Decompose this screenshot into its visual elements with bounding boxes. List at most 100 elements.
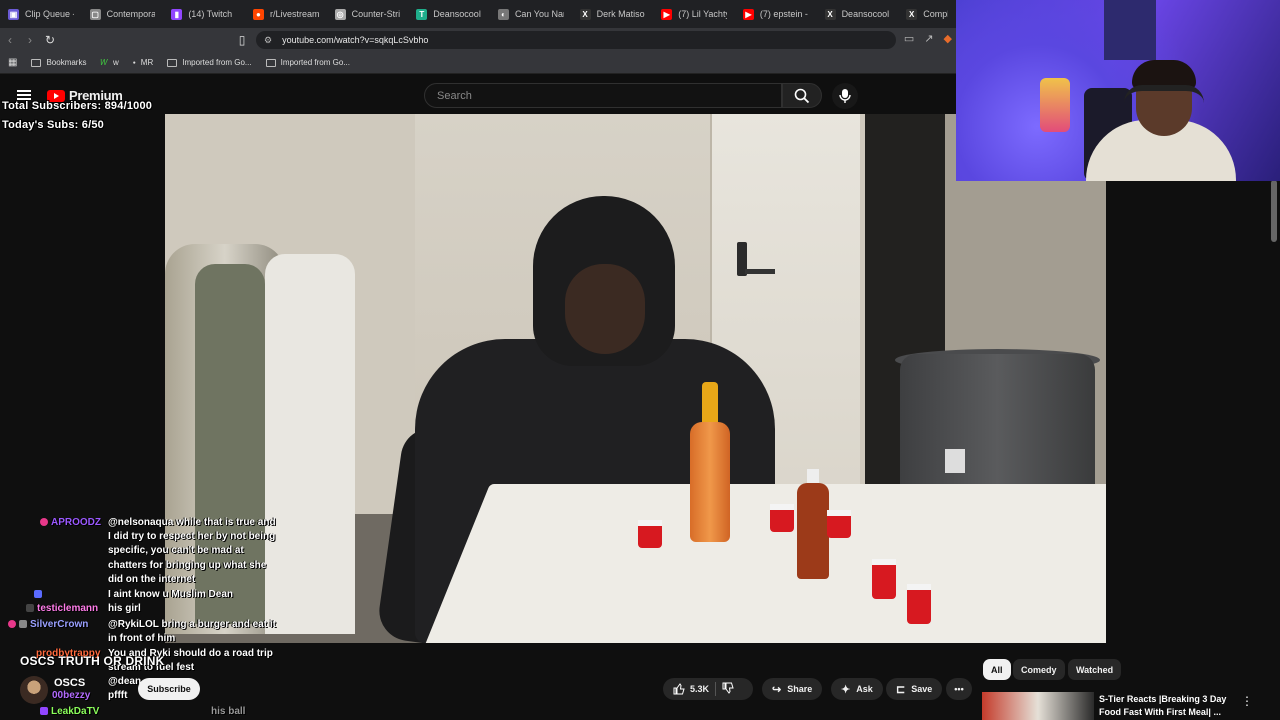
video-title: OSCS TRUTH OR DRINK: [20, 654, 165, 668]
tab-label: r/Livestream: [269, 9, 319, 19]
webcam-headphones: [1124, 85, 1204, 103]
browser-tab[interactable]: ▶ (7) Lil Yachty: [653, 0, 735, 28]
chat-username: 00bezzy: [52, 690, 91, 701]
ask-label: Ask: [856, 684, 873, 694]
video-scene-cup: [907, 584, 931, 624]
tab-favicon-icon: ●: [252, 8, 264, 20]
filter-chip-all[interactable]: All: [983, 659, 1011, 680]
tab-favicon-icon: X: [906, 8, 918, 20]
video-scene-handle: [745, 269, 775, 274]
tab-label: Deansocool: [841, 9, 890, 19]
save-button[interactable]: ⊏ Save: [886, 678, 943, 700]
video-player[interactable]: [165, 114, 1106, 643]
chat-message: I aint know u Muslim Dean: [108, 589, 234, 600]
chat-message: his girl: [108, 603, 141, 614]
back-icon[interactable]: ‹: [0, 33, 20, 47]
url-field[interactable]: ⚙ youtube.com/watch?v=sqkqLcSvbho: [256, 31, 896, 49]
thumbs-down-icon: [722, 682, 734, 694]
browser-tab-bar: ▣ Clip Queue - ▢ Contempora ▮ (14) Twitch ● r/L…: [0, 0, 956, 28]
filter-chip-comedy[interactable]: Comedy: [1013, 659, 1065, 680]
like-divider: [715, 682, 717, 696]
filter-chip-watched[interactable]: Watched: [1068, 659, 1122, 680]
more-icon: •••: [954, 684, 964, 694]
webcam-overlay: [956, 0, 1280, 181]
bookmark-item[interactable]: Imported from Go...: [265, 58, 350, 67]
total-subscribers-counter: Total Subscribers: 894/1000: [2, 100, 153, 112]
browser-tab[interactable]: X Derk Matison: [572, 0, 654, 28]
search-button[interactable]: [782, 83, 822, 108]
related-sidebar: [1106, 180, 1280, 655]
ask-button[interactable]: ✦ Ask: [831, 678, 883, 700]
browser-tab[interactable]: ▣ Clip Queue -: [0, 0, 82, 28]
share-button[interactable]: ↪ Share: [762, 678, 823, 700]
apps-grid-icon[interactable]: ▦: [8, 57, 17, 68]
search-input[interactable]: Search: [424, 83, 782, 108]
scrollbar-thumb[interactable]: [1271, 180, 1277, 242]
sparkle-icon: ✦: [841, 683, 851, 696]
video-scene-cup: [872, 559, 896, 599]
bookmark-label: Bookmarks: [46, 58, 87, 67]
recommendation-title[interactable]: S-Tier Reacts |Breaking 3 Day Food Fast …: [1099, 693, 1239, 719]
bookmark-icon[interactable]: ▯: [232, 33, 252, 47]
address-bar: ‹ › ↻ ▯ ⚙ youtube.com/watch?v=sqkqLcSvbh…: [0, 28, 956, 52]
tab-favicon-icon: ◎: [334, 8, 346, 20]
webcam-poster: [1104, 0, 1156, 60]
search-icon: [794, 88, 810, 103]
tab-favicon-icon: ◐: [497, 8, 509, 20]
browser-tab[interactable]: T Deansocool -: [408, 0, 490, 28]
browser-tab[interactable]: ▮ (14) Twitch: [163, 0, 245, 28]
more-actions-button[interactable]: •••: [946, 678, 972, 700]
microphone-icon: [839, 89, 851, 103]
channel-name[interactable]: OSCS: [54, 677, 85, 689]
w-icon: 𝑊: [100, 57, 108, 67]
voice-search-button[interactable]: [832, 83, 858, 109]
video-scene-table: [409, 484, 1106, 643]
browser-tab[interactable]: ◎ Counter-Strik: [327, 0, 409, 28]
browser-tab[interactable]: ▶ (7) epstein -: [735, 0, 817, 28]
share-label: Share: [787, 684, 813, 694]
url-text: youtube.com/watch?v=sqkqLcSvbho: [282, 35, 429, 45]
chat-username: testiclemann: [26, 602, 98, 616]
video-scene-cup: [770, 504, 794, 532]
menu-icon[interactable]: [17, 90, 31, 100]
webcam-figure: [1040, 78, 1070, 132]
browser-tab[interactable]: ◐ Can You Nam: [490, 0, 572, 28]
like-count: 5.3K: [690, 684, 710, 694]
recommendation-menu-icon[interactable]: ⋮: [1241, 694, 1253, 708]
chat-username: APROODZ: [40, 516, 101, 530]
tab-label: (7) Lil Yachty: [678, 9, 727, 19]
chat-message: his ball: [211, 706, 246, 717]
bookmarks-bar: ▦ Bookmarks 𝑊w ● MR Imported from Go... Impor…: [0, 52, 956, 74]
dislike-button[interactable]: [722, 682, 734, 696]
bookmark-label: MR: [140, 58, 154, 67]
bookmark-item[interactable]: Bookmarks: [31, 58, 86, 67]
chat-username: LeakDaTV: [40, 705, 99, 719]
bookmark-item[interactable]: 𝑊w: [100, 58, 118, 68]
share-page-icon[interactable]: ↗: [924, 32, 933, 45]
tab-label: Complex: [923, 9, 948, 19]
share-icon: ↪: [772, 683, 782, 696]
video-scene-cup: [638, 520, 662, 548]
reload-icon[interactable]: ↻: [40, 33, 60, 47]
tab-favicon-icon: T: [416, 8, 428, 20]
channel-avatar[interactable]: [20, 676, 48, 704]
bookmark-label: Imported from Go...: [280, 58, 350, 67]
subscribe-button[interactable]: Subscribe: [138, 678, 200, 700]
tab-favicon-icon: ▣: [8, 8, 19, 20]
tab-label: Deansocool -: [433, 9, 482, 19]
browser-tab[interactable]: ● r/Livestream: [245, 0, 327, 28]
video-scene-label: [945, 449, 965, 473]
recommendation-thumbnail[interactable]: [982, 692, 1094, 720]
bookmark-label: w: [112, 58, 119, 67]
browser-tab[interactable]: X Complex: [898, 0, 956, 28]
cast-icon[interactable]: ▭: [904, 32, 914, 45]
extension-icon[interactable]: ◆: [944, 32, 952, 45]
browser-tab[interactable]: ▢ Contempora: [82, 0, 164, 28]
like-button[interactable]: 5.3K: [673, 683, 709, 695]
bookmark-item[interactable]: Imported from Go...: [167, 58, 252, 67]
bookmark-item[interactable]: ● MR: [133, 58, 153, 67]
browser-tab[interactable]: X Deansocool: [817, 0, 899, 28]
site-settings-icon[interactable]: ⚙: [264, 35, 272, 46]
forward-icon[interactable]: ›: [20, 33, 40, 47]
folder-icon: [265, 58, 276, 67]
